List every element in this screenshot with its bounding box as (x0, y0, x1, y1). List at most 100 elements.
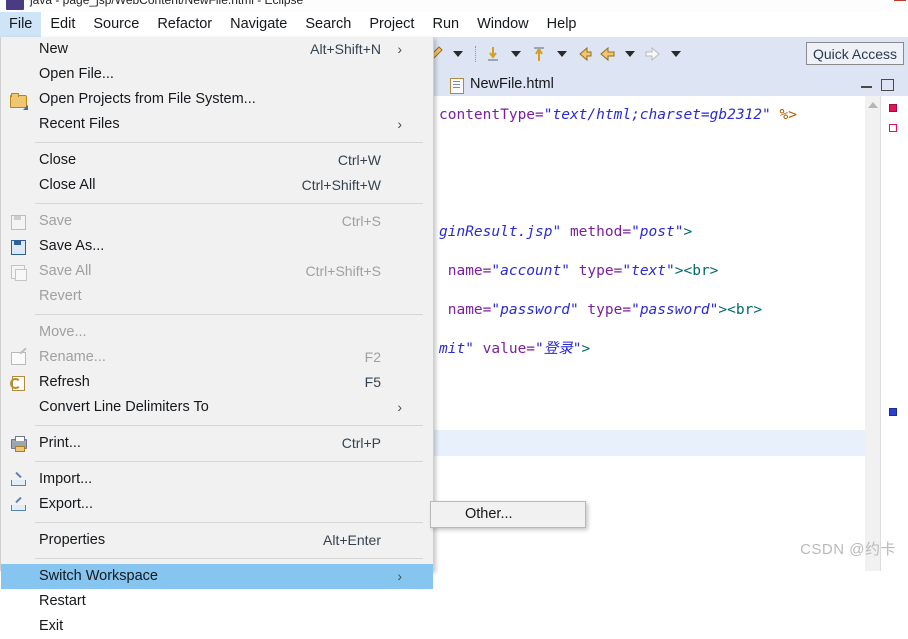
submenu-chevron-icon: › (397, 116, 402, 132)
menu-item-open-projects-from-file-system[interactable]: Open Projects from File System... (1, 87, 433, 112)
code-token: ginResult.jsp" (439, 224, 562, 240)
menu-item-label: Rename... (39, 349, 106, 365)
code-token: mit" (439, 341, 474, 357)
submenu-item-label: Other... (465, 506, 513, 522)
close-window-button[interactable] (894, 0, 906, 1)
print-icon (9, 435, 27, 452)
menu-item-revert: Revert (1, 284, 433, 309)
chevron-down-icon (557, 51, 567, 57)
pencil-dropdown-button[interactable] (446, 37, 470, 71)
menu-source[interactable]: Source (84, 12, 148, 37)
code-line: ginResult.jsp" method="post"> (439, 213, 853, 252)
forward-arrow-icon (645, 46, 660, 62)
forward-button[interactable] (642, 37, 664, 71)
scroll-up-icon[interactable] (868, 102, 878, 108)
menu-item-label: Revert (39, 288, 82, 304)
submenu-chevron-icon: › (397, 568, 402, 584)
folder-icon (9, 91, 28, 110)
menu-item-save: Save Ctrl+S (1, 209, 433, 234)
menu-item-label: Open Projects from File System... (39, 91, 256, 107)
menu-item-new[interactable]: New Alt+Shift+N › (1, 37, 433, 62)
overview-marker[interactable] (889, 408, 897, 416)
menu-item-import[interactable]: Import... (1, 467, 433, 492)
menu-separator (35, 425, 423, 426)
overview-marker[interactable] (889, 104, 897, 112)
menu-item-shortcut: Ctrl+W (337, 152, 381, 168)
menu-item-label: Save (39, 213, 73, 229)
menu-project[interactable]: Project (360, 12, 423, 37)
code-token: ><br> (674, 263, 719, 279)
back-arrow-icon (600, 46, 615, 62)
maximize-editor-button[interactable] (881, 79, 894, 91)
menu-window[interactable]: Window (468, 12, 538, 37)
menu-item-export[interactable]: Export... (1, 492, 433, 517)
menu-navigate[interactable]: Navigate (221, 12, 296, 37)
menu-item-recent-files[interactable]: Recent Files › (1, 112, 433, 137)
minimize-editor-button[interactable] (861, 79, 872, 88)
menu-item-label: Move... (39, 324, 87, 340)
code-token: "text" (622, 263, 675, 279)
submenu-chevron-icon: › (397, 41, 402, 57)
menu-file[interactable]: File (0, 12, 42, 37)
menu-help[interactable]: Help (538, 12, 586, 37)
code-token: "password" (491, 302, 579, 318)
menu-refactor[interactable]: Refactor (148, 12, 221, 37)
menu-search[interactable]: Search (296, 12, 360, 37)
menu-item-label: Save As... (39, 238, 105, 254)
submenu-item-other[interactable]: Other... (431, 502, 585, 527)
menu-item-refresh[interactable]: Refresh F5 (1, 370, 433, 395)
menu-item-switch-workspace[interactable]: Switch Workspace › (1, 564, 433, 589)
editor-tab-newfile-html[interactable]: NewFile.html (448, 73, 554, 96)
menu-item-close-all[interactable]: Close All Ctrl+Shift+W (1, 173, 433, 198)
forward-dropdown-button[interactable] (664, 37, 688, 71)
code-line: mit" value="登录"> (439, 330, 853, 369)
code-line: name="password" type="password"><br> (439, 291, 853, 330)
menu-item-properties[interactable]: Properties Alt+Enter (1, 528, 433, 553)
menu-run[interactable]: Run (423, 12, 468, 37)
code-token: name= (439, 263, 492, 279)
menu-item-print[interactable]: Print... Ctrl+P (1, 431, 433, 456)
menu-item-convert-line-delimiters-to[interactable]: Convert Line Delimiters To › (1, 395, 433, 420)
menu-separator (35, 558, 423, 559)
quick-access-input[interactable]: Quick Access (806, 42, 904, 65)
step-into-dropdown-button[interactable] (504, 37, 528, 71)
code-token: contentType= (439, 107, 544, 123)
back-button[interactable] (596, 37, 618, 71)
menu-item-label: Restart (39, 593, 86, 609)
code-token: "account" (491, 263, 570, 279)
step-return-button[interactable] (528, 37, 550, 71)
code-token: "post" (631, 224, 684, 240)
rename-icon (9, 349, 27, 366)
editor-overview-ruler[interactable] (880, 96, 908, 571)
back-dropdown-button[interactable] (618, 37, 642, 71)
menu-bar: File Edit Source Refactor Navigate Search Proj… (0, 12, 908, 37)
menu-separator (35, 314, 423, 315)
code-token: "password" (631, 302, 719, 318)
menu-item-restart[interactable]: Restart (1, 589, 433, 614)
step-return-dropdown-button[interactable] (550, 37, 574, 71)
step-into-button[interactable] (482, 37, 504, 71)
menu-item-close[interactable]: Close Ctrl+W (1, 148, 433, 173)
code-token: value= (473, 341, 536, 357)
editor-area: NewFile.html contentType="text/html;char… (424, 71, 908, 571)
chevron-down-icon (671, 51, 681, 57)
editor-vertical-scrollbar[interactable] (865, 96, 881, 571)
back-history-button[interactable] (574, 37, 596, 71)
menu-item-exit[interactable]: Exit (1, 614, 433, 639)
toolbar-icon-group (424, 37, 688, 71)
step-into-icon (488, 47, 498, 61)
overview-marker[interactable] (889, 124, 897, 132)
menu-item-label: Open File... (39, 66, 114, 82)
menu-item-shortcut: Ctrl+Shift+W (301, 177, 381, 193)
refresh-icon (9, 374, 27, 391)
code-text[interactable]: contentType="text/html;charset=gb2312" %… (439, 96, 853, 571)
menu-item-open-file[interactable]: Open File... (1, 62, 433, 87)
code-token: > (581, 341, 591, 357)
chevron-down-icon (453, 51, 463, 57)
code-editor[interactable]: contentType="text/html;charset=gb2312" %… (424, 96, 908, 571)
menu-edit[interactable]: Edit (41, 12, 84, 37)
code-token: "text/html;charset=gb2312" (543, 107, 771, 123)
menu-separator (35, 142, 423, 143)
menu-item-save-as[interactable]: Save As... (1, 234, 433, 259)
